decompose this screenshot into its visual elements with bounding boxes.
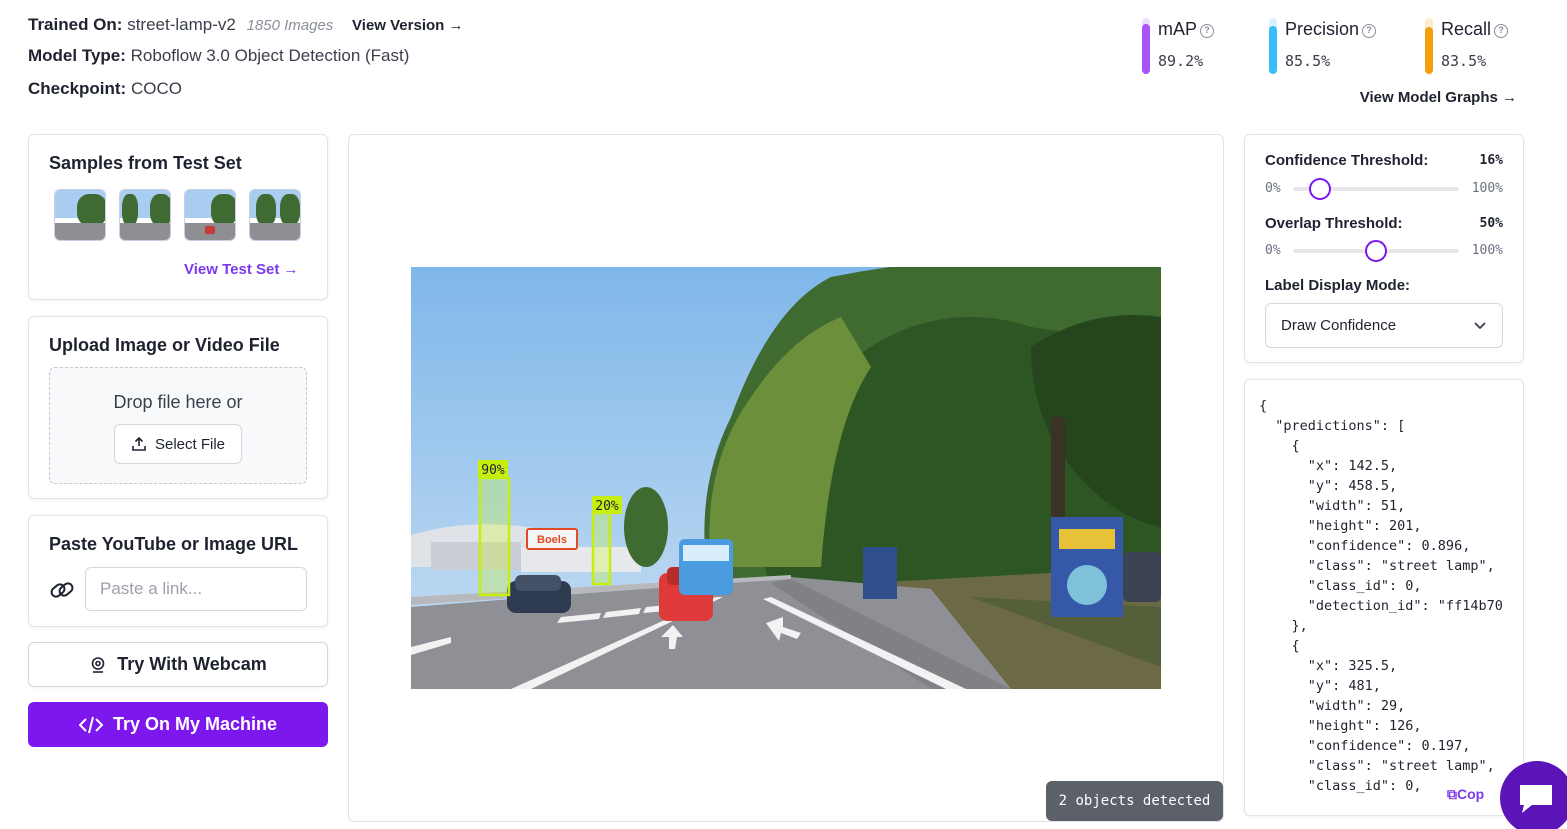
slider-track[interactable]: [1293, 240, 1459, 262]
json-output: { "predictions": [ { "x": 142.5, "y": 45…: [1259, 398, 1503, 794]
upload-title: Upload Image or Video File: [49, 335, 280, 355]
slider-max-label: 100%: [1471, 181, 1503, 196]
overlap-slider[interactable]: 0% 100%: [1265, 240, 1503, 262]
label-display-mode-select[interactable]: Draw Confidence: [1265, 303, 1503, 348]
detection-box-1: 90%: [478, 460, 511, 597]
arrow-right-icon: →: [283, 261, 299, 278]
paste-url-card: Paste YouTube or Image URL Paste a link.…: [28, 515, 328, 627]
metric-label: mAP: [1158, 19, 1198, 39]
trained-on-key: Trained On:: [28, 15, 123, 34]
help-icon[interactable]: ?: [1200, 24, 1215, 38]
image-count: 1850 Images: [246, 17, 334, 34]
slider-handle[interactable]: [1365, 240, 1387, 262]
arrow-right-icon: →: [1502, 89, 1517, 106]
slider-min-label: 0%: [1265, 181, 1281, 196]
code-icon: [78, 716, 103, 733]
try-with-webcam-button[interactable]: Try With Webcam: [28, 642, 328, 687]
confidence-slider[interactable]: 0% 100%: [1265, 178, 1503, 200]
upload-icon: [132, 436, 146, 451]
upload-card: Upload Image or Video File Drop file her…: [28, 316, 328, 499]
metric-value: 83.5%: [1441, 52, 1487, 70]
metric-label: Recall: [1441, 19, 1492, 39]
url-input[interactable]: Paste a link...: [85, 567, 307, 611]
samples-title: Samples from Test Set: [49, 153, 242, 173]
slider-handle[interactable]: [1308, 178, 1331, 200]
drop-text: Drop file here or: [113, 392, 243, 412]
metric-label: Precision: [1285, 19, 1360, 39]
slider-max-label: 100%: [1471, 243, 1503, 258]
sample-thumbnail[interactable]: [119, 189, 171, 241]
metric-bar: [1425, 18, 1433, 74]
copy-icon: ⧉: [1447, 786, 1457, 802]
checkpoint-value: COCO: [130, 79, 182, 98]
objects-detected-badge: 2 objects detected: [1046, 781, 1223, 821]
help-icon[interactable]: ?: [1362, 24, 1377, 38]
select-file-label: Select File: [154, 435, 226, 453]
overlap-threshold-label: Overlap Threshold:: [1265, 215, 1403, 232]
select-file-button[interactable]: Select File: [114, 424, 242, 464]
chat-icon: [1520, 785, 1552, 813]
detection-label: 90%: [481, 463, 505, 478]
trained-on-row: Trained On: street-lamp-v2 1850 Images V…: [28, 15, 464, 35]
machine-label: Try On My Machine: [112, 714, 278, 734]
inference-result-image: Boels 90% 20%: [411, 267, 1161, 689]
metric-bar: [1269, 18, 1277, 74]
try-on-my-machine-button[interactable]: Try On My Machine: [28, 702, 328, 747]
sample-thumbnail[interactable]: [249, 189, 301, 241]
view-model-graphs-link[interactable]: View Model Graphs →: [1360, 89, 1517, 106]
copy-json-button[interactable]: ⧉Cop: [1447, 786, 1484, 803]
paste-url-title: Paste YouTube or Image URL: [49, 534, 299, 554]
overlap-threshold-value: 50%: [1479, 216, 1503, 231]
view-version-link[interactable]: View Version →: [352, 17, 463, 34]
slider-track[interactable]: [1293, 178, 1459, 200]
confidence-threshold-label: Confidence Threshold:: [1265, 152, 1429, 169]
detection-label: 20%: [595, 499, 619, 514]
json-output-card: { "predictions": [ { "x": 142.5, "y": 45…: [1244, 379, 1524, 816]
model-type-value: Roboflow 3.0 Object Detection (Fast): [130, 46, 410, 65]
help-icon[interactable]: ?: [1494, 24, 1509, 38]
sample-thumbnail[interactable]: [184, 189, 236, 241]
model-type-key: Model Type:: [28, 46, 126, 65]
copy-label: Cop: [1457, 786, 1485, 802]
slider-min-label: 0%: [1265, 243, 1281, 258]
metric-value: 89.2%: [1158, 52, 1204, 70]
metric-value: 85.5%: [1285, 52, 1331, 70]
sample-thumbnail[interactable]: [54, 189, 106, 241]
settings-card: Confidence Threshold: 16% 0% 100% Overla…: [1244, 134, 1524, 363]
metric-bar: [1142, 18, 1150, 74]
webcam-label: Try With Webcam: [117, 654, 267, 674]
chat-widget-button[interactable]: [1500, 761, 1567, 829]
checkpoint-row: Checkpoint: COCO: [28, 79, 182, 99]
webcam-icon: [91, 656, 105, 673]
link-icon: [50, 582, 74, 598]
label-display-mode-label: Label Display Mode:: [1265, 277, 1411, 294]
file-dropzone[interactable]: Drop file here or Select File: [49, 367, 307, 484]
model-type-row: Model Type: Roboflow 3.0 Object Detectio…: [28, 46, 409, 66]
checkpoint-key: Checkpoint:: [28, 79, 127, 98]
confidence-threshold-value: 16%: [1479, 153, 1503, 168]
trained-on-value: street-lamp-v2: [127, 15, 236, 34]
sign-text: Boels: [537, 534, 567, 546]
view-test-set-link[interactable]: View Test Set →: [184, 261, 299, 278]
label-display-mode-value: Draw Confidence: [1281, 317, 1397, 334]
samples-card: Samples from Test Set View Test Set →: [28, 134, 328, 300]
arrow-right-icon: →: [448, 17, 464, 34]
inference-preview-panel: Boels 90% 20%: [348, 134, 1224, 822]
chevron-down-icon: [1474, 322, 1486, 330]
